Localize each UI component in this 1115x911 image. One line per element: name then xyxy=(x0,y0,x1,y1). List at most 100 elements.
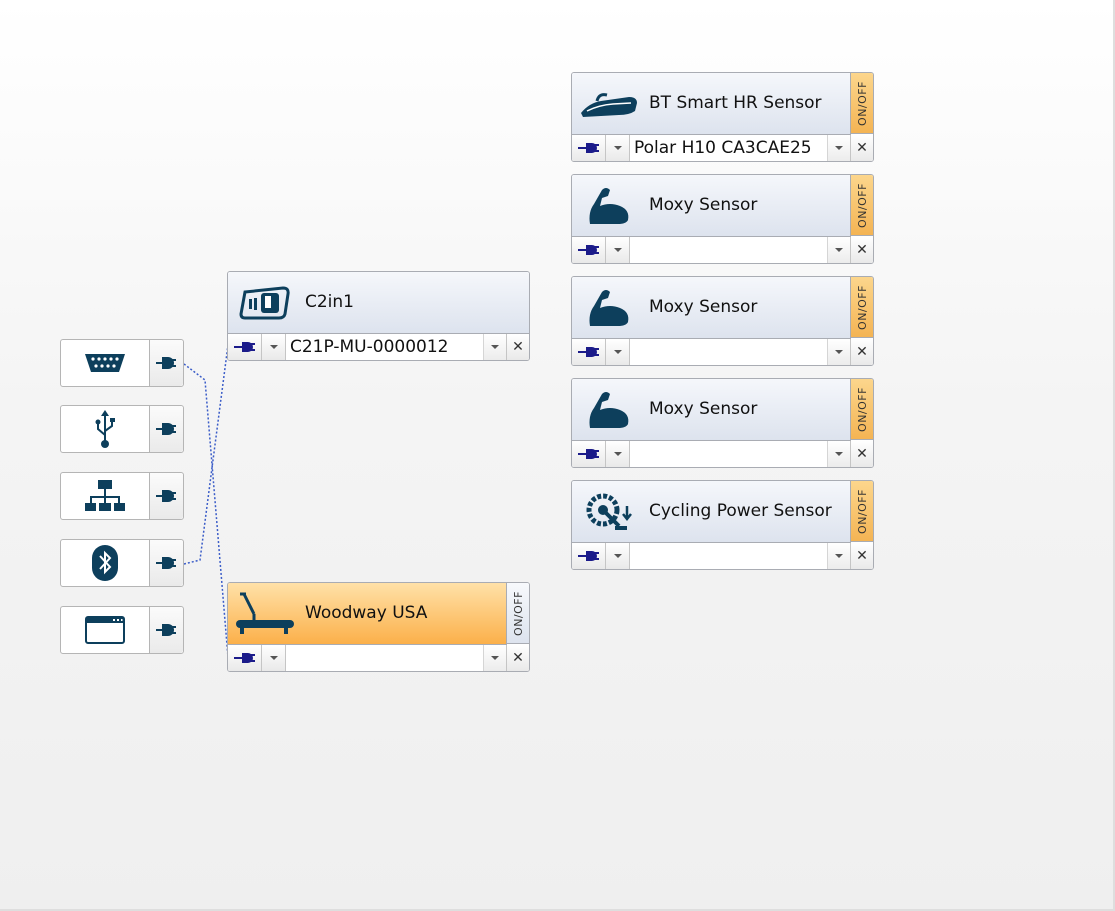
remove-device-button[interactable]: ✕ xyxy=(851,237,873,263)
connect-plug-button[interactable] xyxy=(572,339,606,365)
plug-dropdown-button[interactable] xyxy=(606,135,630,161)
plug-dropdown-button[interactable] xyxy=(606,441,630,467)
app-window-icon xyxy=(61,607,149,653)
chevron-down-icon xyxy=(613,452,622,456)
connection-lines xyxy=(183,344,229,658)
device-card-moxy-2[interactable]: Moxy Sensor ON/OFF ✕ xyxy=(571,276,874,366)
on-off-toggle[interactable]: ON/OFF xyxy=(850,73,873,134)
chevron-down-icon xyxy=(835,146,843,150)
connect-plug-button[interactable] xyxy=(228,645,262,671)
device-selector-bar: ✕ xyxy=(228,645,529,671)
chevron-down-icon xyxy=(835,350,843,354)
connect-plug-button[interactable] xyxy=(572,135,606,161)
on-off-toggle[interactable]: ON/OFF xyxy=(506,583,529,644)
device-select-arrow[interactable] xyxy=(827,237,850,263)
device-card-c2in1[interactable]: C2in1 C21P-MU-0000012 ✕ xyxy=(227,271,530,361)
muscle-arm-icon xyxy=(578,183,640,229)
plug-icon[interactable] xyxy=(148,406,183,452)
remove-device-button[interactable]: ✕ xyxy=(851,135,873,161)
on-off-toggle[interactable]: ON/OFF xyxy=(850,277,873,338)
device-title: BT Smart HR Sensor xyxy=(649,93,822,113)
device-select-arrow[interactable] xyxy=(483,334,506,360)
remove-device-button[interactable]: ✕ xyxy=(851,543,873,569)
link-serial-to-woodway xyxy=(183,363,229,658)
chevron-down-icon xyxy=(269,345,278,349)
device-card-moxy-1[interactable]: Moxy Sensor ON/OFF ✕ xyxy=(571,174,874,264)
heart-rate-strap-icon xyxy=(578,81,640,127)
device-select-arrow[interactable] xyxy=(827,441,850,467)
plug-dropdown-button[interactable] xyxy=(606,543,630,569)
remove-device-button[interactable]: ✕ xyxy=(507,645,529,671)
device-card-header[interactable]: Woodway USA xyxy=(228,583,507,645)
device-select[interactable] xyxy=(630,441,851,467)
device-card-woodway[interactable]: Woodway USA ON/OFF ✕ xyxy=(227,582,530,672)
device-select-arrow[interactable] xyxy=(827,339,850,365)
on-off-toggle[interactable]: ON/OFF xyxy=(850,379,873,440)
device-select-arrow[interactable] xyxy=(827,135,850,161)
link-bluetooth-to-c2in1 xyxy=(183,344,229,565)
usb-icon xyxy=(61,406,149,452)
port-network[interactable] xyxy=(60,472,184,520)
chevron-down-icon xyxy=(491,345,499,349)
plug-dropdown-button[interactable] xyxy=(606,237,630,263)
connect-plug-button[interactable] xyxy=(572,543,606,569)
device-select-arrow[interactable] xyxy=(827,543,850,569)
device-select-value: C21P-MU-0000012 xyxy=(290,337,449,357)
device-card-header[interactable]: C2in1 xyxy=(228,272,529,334)
device-select[interactable] xyxy=(630,237,851,263)
device-title: Woodway USA xyxy=(305,603,428,623)
on-off-toggle[interactable]: ON/OFF xyxy=(850,175,873,236)
chevron-down-icon xyxy=(613,554,622,558)
plug-icon xyxy=(233,342,255,352)
bluetooth-icon xyxy=(61,540,149,586)
treadmill-icon xyxy=(234,591,296,637)
plug-icon xyxy=(577,245,599,255)
chevron-down-icon xyxy=(491,656,499,660)
device-selector-bar: ✕ xyxy=(572,339,873,365)
device-card-header[interactable]: BT Smart HR Sensor xyxy=(572,73,851,135)
port-serial[interactable] xyxy=(60,339,184,387)
device-selector-bar: C21P-MU-0000012 ✕ xyxy=(228,334,529,360)
remove-device-button[interactable]: ✕ xyxy=(851,339,873,365)
device-card-header[interactable]: Cycling Power Sensor xyxy=(572,481,851,543)
connect-plug-button[interactable] xyxy=(228,334,262,360)
device-select[interactable] xyxy=(630,339,851,365)
device-selector-bar: ✕ xyxy=(572,543,873,569)
device-select[interactable] xyxy=(630,543,851,569)
plug-dropdown-button[interactable] xyxy=(262,645,286,671)
device-select[interactable]: Polar H10 CA3CAE25 xyxy=(630,135,851,161)
port-app-window[interactable] xyxy=(60,606,184,654)
on-off-toggle[interactable]: ON/OFF xyxy=(850,481,873,542)
device-title: Moxy Sensor xyxy=(649,297,758,317)
plug-icon[interactable] xyxy=(148,473,183,519)
device-select[interactable]: C21P-MU-0000012 xyxy=(286,334,507,360)
device-card-header[interactable]: Moxy Sensor xyxy=(572,277,851,339)
chevron-down-icon xyxy=(269,656,278,660)
remove-device-button[interactable]: ✕ xyxy=(851,441,873,467)
plug-icon xyxy=(577,449,599,459)
device-selector-bar: ✕ xyxy=(572,237,873,263)
plug-icon[interactable] xyxy=(148,607,183,653)
port-bluetooth[interactable] xyxy=(60,539,184,587)
device-card-header[interactable]: Moxy Sensor xyxy=(572,175,851,237)
plug-icon[interactable] xyxy=(148,540,183,586)
chevron-down-icon xyxy=(835,452,843,456)
device-card-moxy-3[interactable]: Moxy Sensor ON/OFF ✕ xyxy=(571,378,874,468)
muscle-arm-icon xyxy=(578,387,640,433)
device-selector-bar: Polar H10 CA3CAE25 ✕ xyxy=(572,135,873,161)
device-select-arrow[interactable] xyxy=(483,645,506,671)
device-card-hr-sensor[interactable]: BT Smart HR Sensor ON/OFF Polar H10 CA3C… xyxy=(571,72,874,162)
plug-icon xyxy=(233,653,255,663)
chevron-down-icon xyxy=(613,248,622,252)
port-usb[interactable] xyxy=(60,405,184,453)
connect-plug-button[interactable] xyxy=(572,441,606,467)
plug-dropdown-button[interactable] xyxy=(262,334,286,360)
device-select[interactable] xyxy=(286,645,507,671)
plug-icon xyxy=(577,551,599,561)
plug-dropdown-button[interactable] xyxy=(606,339,630,365)
device-card-header[interactable]: Moxy Sensor xyxy=(572,379,851,441)
plug-icon[interactable] xyxy=(148,340,183,386)
remove-device-button[interactable]: ✕ xyxy=(507,334,529,360)
connect-plug-button[interactable] xyxy=(572,237,606,263)
device-card-cycling-power[interactable]: Cycling Power Sensor ON/OFF ✕ xyxy=(571,480,874,570)
